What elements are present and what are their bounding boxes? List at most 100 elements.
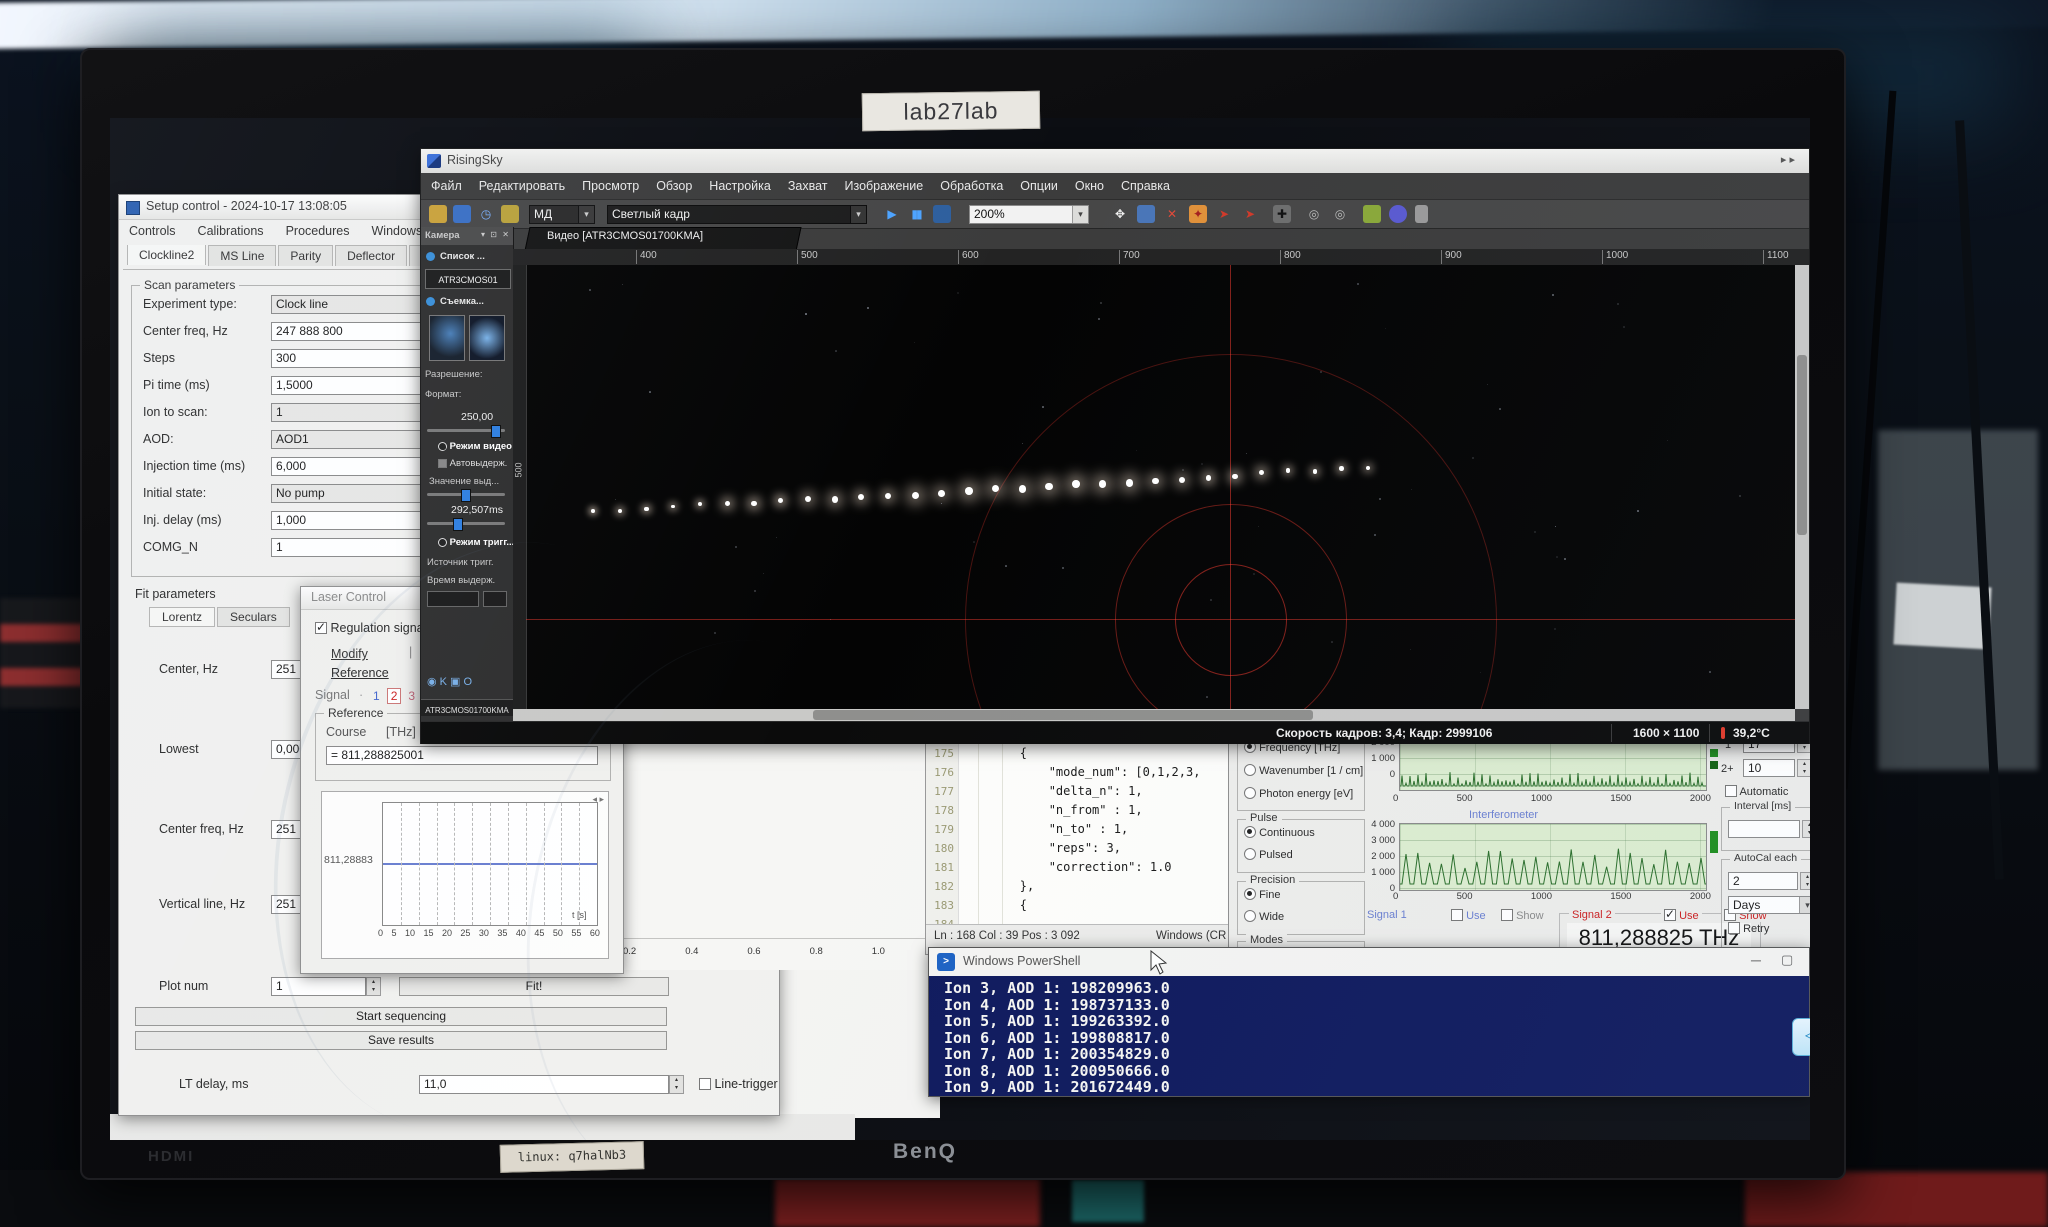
autocal-unit-select[interactable]: Days▾ — [1728, 896, 1810, 914]
gain-slider[interactable] — [427, 429, 505, 432]
lt-delay-input[interactable]: 11,0 — [419, 1075, 669, 1094]
trigger-mode-radio[interactable]: Режим тригг... — [438, 537, 514, 548]
checkbox-icon[interactable] — [699, 1078, 711, 1090]
dock-menu-icon[interactable]: ▾ — [481, 230, 485, 239]
risingsky-menu-item[interactable]: Обзор — [656, 179, 692, 193]
video-mode-radio[interactable]: Режим видео — [438, 441, 512, 452]
powershell-titlebar[interactable]: > Windows PowerShell ─ ▢ — [929, 948, 1809, 976]
injection-time-input[interactable]: 6,000 — [271, 457, 443, 476]
risingsky-menu-item[interactable]: Опции — [1020, 179, 1058, 193]
pause-icon[interactable]: ▮▮ — [907, 205, 925, 223]
save-results-button[interactable]: Save results — [135, 1031, 667, 1050]
setup-menu-item[interactable]: Procedures — [286, 224, 350, 238]
setup-menu-item[interactable]: Controls — [129, 224, 176, 238]
unit-photon-energy-radio[interactable]: Photon energy [eV] — [1244, 787, 1353, 800]
line-trigger-checkbox[interactable]: Line-trigger — [699, 1077, 778, 1091]
move-cross-icon[interactable]: ✚ — [1273, 205, 1291, 223]
channel2-stepper[interactable] — [1797, 759, 1810, 777]
close-red-icon[interactable]: ✕ — [1163, 205, 1181, 223]
save-icon[interactable] — [453, 205, 471, 223]
auto-exposure-checkbox[interactable]: Автовыдерж. — [438, 458, 507, 469]
maximize-icon[interactable]: ▢ — [1781, 952, 1793, 968]
arrow-red-icon-2[interactable]: ➤ — [1241, 205, 1259, 223]
close-icon[interactable]: ✕ — [502, 230, 509, 239]
radio-selected-icon[interactable] — [1244, 826, 1256, 838]
risingsky-menu-item[interactable]: Настройка — [709, 179, 771, 193]
automatic-checkbox[interactable]: Automatic — [1725, 785, 1788, 798]
radio-icon[interactable] — [438, 538, 447, 547]
vscrollbar[interactable] — [1795, 265, 1809, 709]
fit-tab[interactable]: Lorentz — [149, 607, 215, 627]
chevron-down-icon[interactable]: ▾ — [578, 206, 594, 223]
chevron-down-icon[interactable]: ▾ — [850, 206, 866, 223]
signal1-use-checkbox[interactable]: Use — [1451, 909, 1486, 922]
open-folder-icon[interactable] — [429, 205, 447, 223]
radio-selected-icon[interactable] — [1244, 888, 1256, 900]
setup-tab[interactable]: Deflector — [335, 245, 407, 266]
risingsky-menu-item[interactable]: Окно — [1075, 179, 1104, 193]
trigger-field-1[interactable] — [427, 591, 479, 607]
chevron-down-icon[interactable]: ▾ — [1799, 897, 1810, 913]
slider-thumb[interactable] — [461, 489, 471, 502]
risingsky-menu-item[interactable]: Обработка — [940, 179, 1003, 193]
inj-delay-input[interactable]: 1,000 — [271, 511, 443, 530]
autocal-input[interactable]: 2 — [1728, 872, 1798, 890]
interval-input[interactable] — [1728, 820, 1800, 838]
minimize-icon[interactable]: ─ — [1751, 952, 1761, 968]
signal2-use-checkbox[interactable]: Use — [1661, 909, 1702, 922]
signal-option[interactable]: 2 — [387, 688, 402, 704]
dock-bottom-tab[interactable]: ATR3CMOS01700KMA — [421, 699, 513, 716]
risingsky-menu-item[interactable]: Захват — [788, 179, 828, 193]
setup-menu-item[interactable]: Windows — [372, 224, 423, 238]
checkbox-checked-icon[interactable] — [315, 622, 327, 634]
checkbox-icon[interactable] — [438, 459, 447, 468]
thumbnail-1[interactable] — [429, 315, 465, 361]
risingsky-menu-item[interactable]: Изображение — [845, 179, 924, 193]
plugin-icon[interactable] — [1363, 205, 1381, 223]
file-icon[interactable] — [1415, 205, 1428, 223]
snapshot-icon[interactable] — [933, 205, 951, 223]
radio-icon[interactable] — [1244, 910, 1256, 922]
powershell-body[interactable]: Ion 3, AOD 1: 198209963.0 Ion 4, AOD 1: … — [929, 976, 1809, 1096]
checkbox-icon[interactable] — [1728, 922, 1740, 934]
signal-option[interactable]: 1 — [373, 689, 380, 703]
overlay-arrow-icon[interactable]: ◁ — [1792, 1018, 1810, 1056]
chevron-right-icon[interactable]: ▸ ▸ — [1781, 153, 1795, 166]
capture-button[interactable]: Съемка... — [440, 296, 484, 307]
preview-image-icon[interactable] — [1137, 205, 1155, 223]
course-value-field[interactable]: = 811,288825001 — [326, 746, 598, 765]
crosshair-orange-icon[interactable]: ✦ — [1189, 205, 1207, 223]
checkbox-icon[interactable] — [1501, 909, 1513, 921]
frame-type-select[interactable]: Светлый кадр▾ — [607, 205, 867, 224]
unit-wavenumber-radio[interactable]: Wavenumber [1 / cm] — [1244, 764, 1363, 777]
risingsky-menu-item[interactable]: Просмотр — [582, 179, 639, 193]
radio-icon[interactable] — [1244, 787, 1256, 799]
signal-option[interactable]: 3 — [408, 689, 415, 703]
setup-menu-item[interactable]: Calibrations — [198, 224, 264, 238]
slider-thumb[interactable] — [491, 425, 501, 438]
retry-checkbox[interactable]: Retry — [1728, 922, 1769, 935]
thumbnail-2[interactable] — [469, 315, 505, 361]
trigger-field-2[interactable] — [483, 591, 507, 607]
risingsky-menubar[interactable]: ФайлРедактироватьПросмотрОбзорНастройкаЗ… — [431, 177, 1801, 197]
plot-num-stepper[interactable] — [366, 977, 381, 996]
hscrollbar[interactable] — [513, 709, 1795, 721]
fit-tab[interactable]: Seculars — [217, 607, 290, 627]
camera-name-item[interactable]: ATR3CMOS01 — [425, 269, 511, 289]
pin-icon[interactable]: ⊡ — [490, 230, 497, 239]
steps-input[interactable]: 300 — [271, 349, 443, 368]
setup-tab[interactable]: Clockline2 — [127, 245, 206, 265]
modify-link[interactable]: Modify — [331, 647, 368, 661]
exposure-slider-1[interactable] — [427, 493, 505, 496]
fit-button[interactable]: Fit! — [399, 977, 669, 996]
hscroll-thumb[interactable] — [813, 710, 1313, 720]
exposure-slider-2[interactable] — [427, 522, 505, 525]
lt-delay-stepper[interactable] — [669, 1075, 684, 1094]
pi-time-input[interactable]: 1,5000 — [271, 376, 443, 395]
autocal-stepper[interactable] — [1800, 872, 1810, 890]
checkbox-icon[interactable] — [1725, 785, 1737, 797]
checkbox-checked-icon[interactable] — [1664, 909, 1676, 921]
start-sequencing-button[interactable]: Start sequencing — [135, 1007, 667, 1026]
interval-stepper[interactable] — [1802, 820, 1810, 838]
radio-selected-icon[interactable] — [438, 442, 447, 451]
